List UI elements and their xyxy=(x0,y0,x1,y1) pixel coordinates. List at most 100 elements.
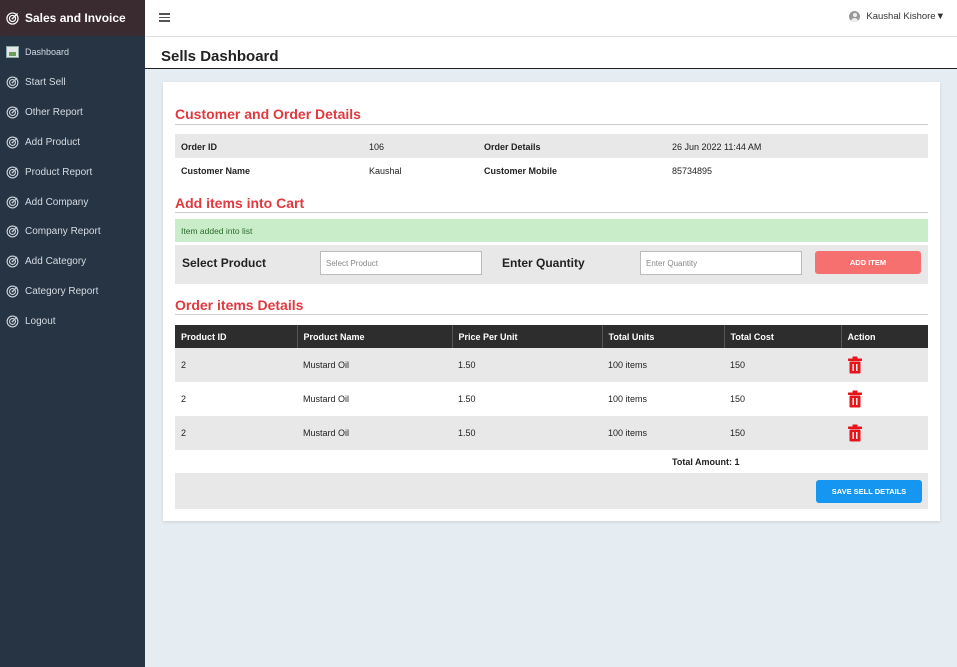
image-icon xyxy=(6,46,19,58)
order-info-row: Order ID 106 Order Details 26 Jun 2022 1… xyxy=(175,134,928,158)
cell-product-name: Mustard Oil xyxy=(297,382,452,416)
order-items-title: Order items Details xyxy=(175,297,304,313)
user-menu[interactable]: Kaushal Kishore▼ xyxy=(849,11,945,22)
app-brand[interactable]: Sales and Invoice xyxy=(0,0,145,36)
cell-action xyxy=(841,416,928,450)
sidebar-item-company-report[interactable]: Company Report xyxy=(0,217,145,247)
cell-price: 1.50 xyxy=(452,416,602,450)
main-card: Customer and Order Details Order ID 106 … xyxy=(163,82,940,521)
sidebar-item-category-report[interactable]: Category Report xyxy=(0,277,145,307)
select-product-input[interactable] xyxy=(320,251,482,275)
page-header: Sells Dashboard xyxy=(145,37,957,69)
order-items-table: Product ID Product Name Price Per Unit T… xyxy=(175,325,928,450)
sidebar: Sales and Invoice Dashboard Start Sell O… xyxy=(0,0,145,667)
sidebar-item-start-sell[interactable]: Start Sell xyxy=(0,68,145,98)
divider xyxy=(175,212,928,213)
table-header-row: Product ID Product Name Price Per Unit T… xyxy=(175,325,928,348)
quantity-label: Enter Quantity xyxy=(502,256,585,270)
hamburger-menu-icon[interactable] xyxy=(159,13,170,22)
cell-product-id: 2 xyxy=(175,416,297,450)
order-id-label: Order ID xyxy=(181,142,218,152)
trash-icon[interactable] xyxy=(847,356,863,374)
column-header: Product ID xyxy=(175,325,298,348)
top-bar: Kaushal Kishore▼ xyxy=(145,0,957,37)
cell-product-id: 2 xyxy=(175,348,297,382)
save-sell-details-button[interactable]: SAVE SELL DETAILS xyxy=(816,480,922,503)
sidebar-item-product-report[interactable]: Product Report xyxy=(0,157,145,187)
cell-cost: 150 xyxy=(724,348,841,382)
sidebar-item-label: Logout xyxy=(25,315,56,327)
cell-price: 1.50 xyxy=(452,348,602,382)
table-row: 2 Mustard Oil 1.50 100 items 150 xyxy=(175,382,928,416)
success-alert: Item added into list xyxy=(175,219,928,242)
quantity-input[interactable] xyxy=(640,251,802,275)
sidebar-item-label: Add Product xyxy=(25,136,81,148)
target-icon xyxy=(6,225,19,238)
avatar xyxy=(849,11,861,22)
sidebar-item-add-product[interactable]: Add Product xyxy=(0,128,145,158)
customer-mobile-value: 85734895 xyxy=(672,166,713,176)
table-row: 2 Mustard Oil 1.50 100 items 150 xyxy=(175,416,928,450)
trash-icon[interactable] xyxy=(847,424,863,442)
divider xyxy=(175,124,928,125)
add-item-button[interactable]: ADD ITEM xyxy=(815,251,921,274)
app-title: Sales and Invoice xyxy=(25,11,126,25)
target-icon xyxy=(6,11,19,25)
cell-cost: 150 xyxy=(724,382,841,416)
order-details-value: 26 Jun 2022 11:44 AM xyxy=(672,142,762,152)
cell-cost: 150 xyxy=(724,416,841,450)
customer-mobile-label: Customer Mobile xyxy=(484,166,558,176)
customer-name-value: Kaushal xyxy=(369,166,402,176)
sidebar-item-label: Add Company xyxy=(25,196,89,208)
sidebar-item-add-category[interactable]: Add Category xyxy=(0,247,145,277)
customer-name-label: Customer Name xyxy=(181,166,251,176)
add-item-form: Select Product Enter Quantity ADD ITEM xyxy=(175,245,928,284)
target-icon xyxy=(6,196,19,209)
total-amount: Total Amount: 1 xyxy=(672,457,740,467)
sidebar-item-label: Start Sell xyxy=(25,77,66,89)
column-header: Total Units xyxy=(602,325,725,348)
table-row: 2 Mustard Oil 1.50 100 items 150 xyxy=(175,348,928,382)
sidebar-item-dashboard[interactable]: Dashboard xyxy=(0,36,145,68)
target-icon xyxy=(6,76,19,89)
sidebar-item-other-report[interactable]: Other Report xyxy=(0,98,145,128)
order-details-label: Order Details xyxy=(484,142,541,152)
target-icon xyxy=(6,106,19,119)
sidebar-item-label: Category Report xyxy=(25,285,99,297)
cell-units: 100 items xyxy=(602,348,724,382)
divider xyxy=(175,314,928,315)
action-bar: SAVE SELL DETAILS xyxy=(175,473,928,509)
user-name: Kaushal Kishore▼ xyxy=(866,11,945,22)
column-header: Product Name xyxy=(297,325,453,348)
page-title: Sells Dashboard xyxy=(161,48,279,65)
cell-action xyxy=(841,348,928,382)
sidebar-item-add-company[interactable]: Add Company xyxy=(0,187,145,217)
target-icon xyxy=(6,255,19,268)
sidebar-item-label: Product Report xyxy=(25,166,93,178)
column-header: Total Cost xyxy=(724,325,842,348)
customer-section-title: Customer and Order Details xyxy=(175,106,361,122)
trash-icon[interactable] xyxy=(847,390,863,408)
target-icon xyxy=(6,166,19,179)
sidebar-item-label: Dashboard xyxy=(25,47,70,57)
select-product-label: Select Product xyxy=(182,256,267,270)
cart-section-title: Add items into Cart xyxy=(175,195,305,211)
cell-units: 100 items xyxy=(602,382,724,416)
sidebar-item-label: Add Category xyxy=(25,256,87,268)
customer-info-row: Customer Name Kaushal Customer Mobile 85… xyxy=(175,158,928,182)
cell-product-id: 2 xyxy=(175,382,297,416)
cell-action xyxy=(841,382,928,416)
target-icon xyxy=(6,136,19,149)
cell-price: 1.50 xyxy=(452,382,602,416)
cell-product-name: Mustard Oil xyxy=(297,416,452,450)
sidebar-item-label: Other Report xyxy=(25,107,83,119)
cell-units: 100 items xyxy=(602,416,724,450)
target-icon xyxy=(6,315,19,328)
cell-product-name: Mustard Oil xyxy=(297,348,452,382)
column-header: Price Per Unit xyxy=(452,325,603,348)
column-header: Action xyxy=(841,325,928,348)
target-icon xyxy=(6,285,19,298)
sidebar-item-logout[interactable]: Logout xyxy=(0,306,145,336)
order-id-value: 106 xyxy=(369,142,385,152)
sidebar-item-label: Company Report xyxy=(25,226,101,238)
